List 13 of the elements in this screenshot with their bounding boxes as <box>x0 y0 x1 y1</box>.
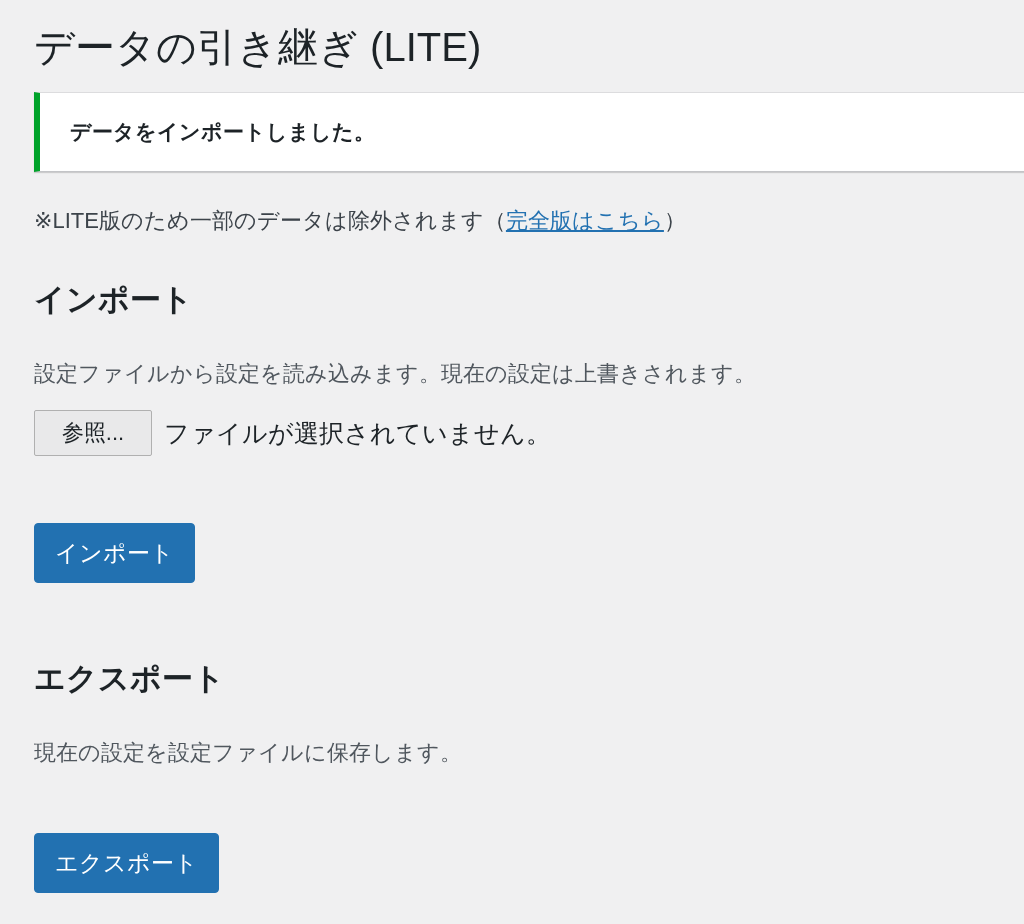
section-description: 設定ファイルから設定を読み込みます。現在の設定は上書きされます。 <box>34 360 757 388</box>
note-text-end: ） <box>663 207 686 235</box>
export-button[interactable]: エクスポート <box>34 833 219 893</box>
section-description: 現在の設定を設定ファイルに保存します。 <box>34 739 463 767</box>
browse-button[interactable]: 参照... <box>34 410 152 456</box>
notice-message: データをインポートしました。 <box>70 119 375 145</box>
section-heading: エクスポート <box>34 660 226 698</box>
note-text: ※LITE版のため一部のデータは除外されます（ <box>34 207 506 235</box>
file-status: ファイルが選択されていません。 <box>164 417 551 449</box>
page-title: データの引き継ぎ (LITE) <box>34 24 483 71</box>
import-button[interactable]: インポート <box>34 523 195 583</box>
section-heading: インポート <box>34 281 194 319</box>
full-version-link[interactable]: 完全版はこちら <box>505 206 664 236</box>
